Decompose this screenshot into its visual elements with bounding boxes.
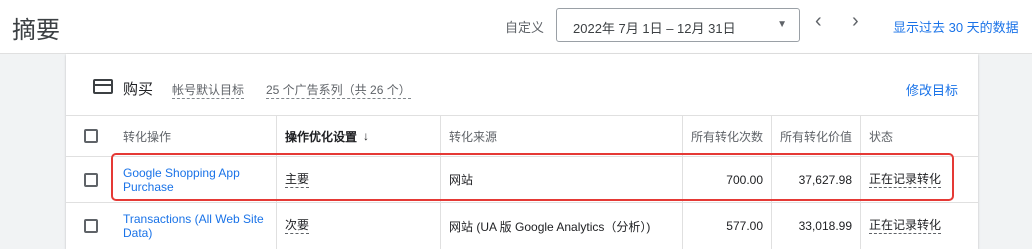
column-header-value[interactable]: 所有转化价值	[772, 116, 861, 156]
column-header-source[interactable]: 转化来源	[441, 116, 683, 156]
top-bar: 摘要 自定义 2022年 7月 1日 – 12月 31日 ▼ ‹ › 显示过去 …	[0, 0, 1032, 54]
conversion-source: 网站	[441, 157, 683, 202]
table-row: Google Shopping App Purchase 主要 网站 700.0…	[66, 156, 978, 202]
purchase-icon	[93, 79, 113, 94]
goal-title: 购买	[123, 81, 154, 98]
status-text[interactable]: 正在记录转化	[869, 172, 942, 188]
column-header-conversions[interactable]: 所有转化次数	[683, 116, 772, 156]
optimization-setting[interactable]: 主要	[285, 172, 310, 188]
chevron-left-icon[interactable]: ‹	[815, 10, 822, 33]
conversion-count: 577.00	[683, 203, 772, 249]
page-title: 摘要	[12, 17, 60, 44]
status-text[interactable]: 正在记录转化	[869, 218, 942, 234]
column-header-action[interactable]: 转化操作	[115, 116, 277, 156]
conversion-goal-card: 购买 帐号默认目标 25 个广告系列（共 26 个） 修改目标 转化操作 操作优…	[66, 54, 978, 249]
arrow-down-icon: ↓	[363, 129, 370, 143]
conversion-action-link[interactable]: Transactions (All Web Site Data)	[123, 212, 268, 240]
table-row: Transactions (All Web Site Data) 次要 网站 (…	[66, 202, 978, 249]
conversion-action-link[interactable]: Google Shopping App Purchase	[123, 166, 268, 194]
dropdown-caret-icon: ▼	[777, 19, 787, 30]
column-header-optimization-label: 操作优化设置	[285, 129, 358, 144]
goal-type-label[interactable]: 帐号默认目标	[172, 81, 245, 99]
column-header-optimization[interactable]: 操作优化设置 ↓	[277, 116, 441, 156]
conversion-count: 700.00	[683, 157, 772, 202]
edit-goal-link[interactable]: 修改目标	[906, 80, 958, 99]
card-header: 购买 帐号默认目标 25 个广告系列（共 26 个） 修改目标	[66, 54, 978, 114]
row-checkbox[interactable]	[83, 219, 98, 233]
date-range-value: 2022年 7月 1日 – 12月 31日	[573, 21, 736, 36]
chevron-right-icon[interactable]: ›	[852, 10, 859, 33]
column-header-status[interactable]: 状态	[861, 116, 978, 156]
row-checkbox[interactable]	[83, 172, 98, 187]
select-all-checkbox[interactable]	[83, 129, 98, 143]
table-header-row: 转化操作 操作优化设置 ↓ 转化来源 所有转化次数 所有转化价值 状态	[66, 115, 978, 156]
conversion-value: 33,018.99	[772, 203, 861, 249]
conversion-value: 37,627.98	[772, 157, 861, 202]
conversion-source: 网站 (UA 版 Google Analytics（分析）)	[441, 203, 683, 249]
date-range-dropdown[interactable]: 2022年 7月 1日 – 12月 31日 ▼	[556, 8, 800, 42]
show-past-30-days-link[interactable]: 显示过去 30 天的数据	[893, 17, 1019, 36]
custom-range-label: 自定义	[505, 20, 545, 35]
campaign-count-link[interactable]: 25 个广告系列（共 26 个）	[266, 81, 411, 99]
optimization-setting[interactable]: 次要	[285, 218, 310, 234]
conversion-actions-table: 转化操作 操作优化设置 ↓ 转化来源 所有转化次数 所有转化价值 状态 Googl…	[66, 115, 978, 249]
